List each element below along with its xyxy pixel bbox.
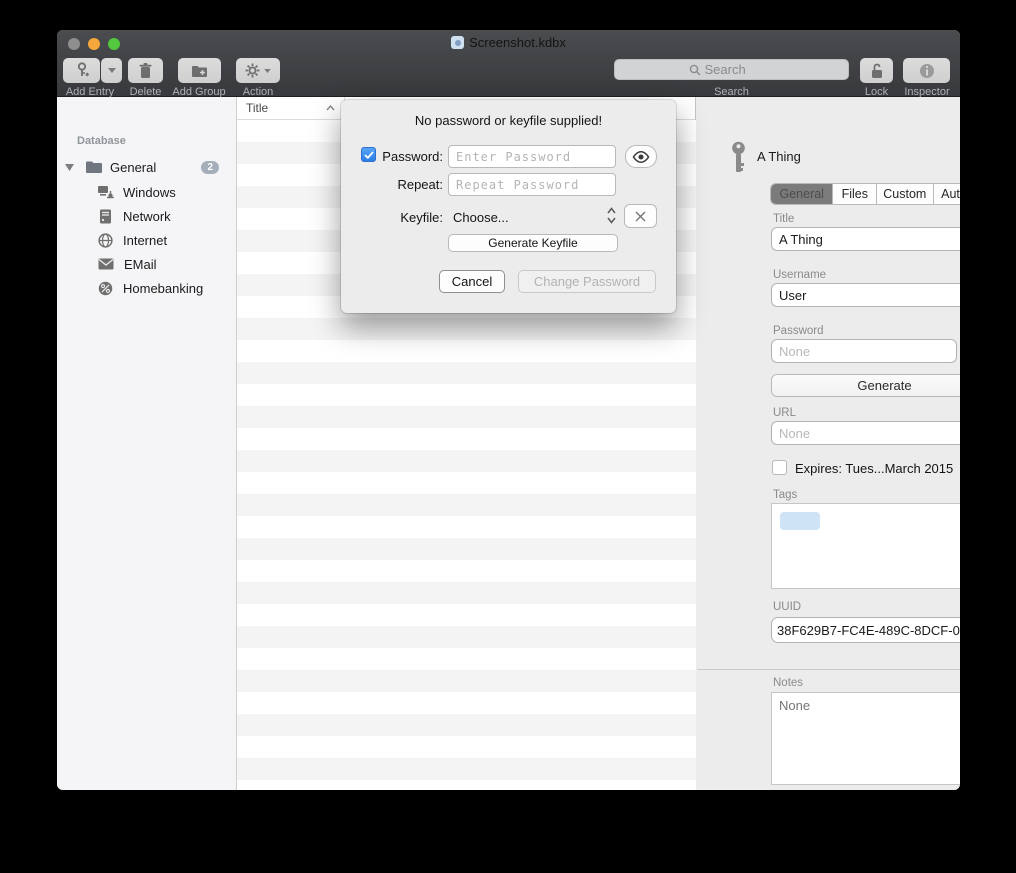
- generate-password-button[interactable]: Generate: [771, 374, 960, 397]
- dialog-password-input[interactable]: [448, 145, 616, 168]
- gear-icon: [245, 63, 260, 78]
- dialog-repeat-input[interactable]: [448, 173, 616, 196]
- search-icon: [689, 64, 701, 76]
- add-group-button[interactable]: [178, 58, 221, 83]
- inspector-panel: A Thing General Files Custom Autotype Ti…: [697, 97, 960, 790]
- tab-autotype[interactable]: Autotype: [934, 184, 960, 204]
- search-input-wrap: [614, 59, 849, 80]
- folder-plus-icon: [191, 64, 208, 78]
- clear-keyfile-button[interactable]: [624, 204, 657, 228]
- url-label: URL: [773, 407, 796, 419]
- password-field[interactable]: [771, 339, 957, 363]
- action-button[interactable]: [236, 58, 280, 83]
- info-icon: [919, 63, 935, 79]
- percent-icon: [98, 281, 113, 296]
- tags-label: Tags: [773, 489, 797, 501]
- username-field[interactable]: [771, 283, 960, 307]
- tab-custom[interactable]: Custom: [877, 184, 934, 204]
- document-icon: [451, 36, 464, 49]
- chevron-down-icon: [264, 69, 271, 73]
- inspector-tabs: General Files Custom Autotype: [770, 183, 960, 205]
- sort-ascending-icon: [326, 105, 335, 111]
- url-field[interactable]: [771, 421, 960, 445]
- sidebar-header: Database: [77, 135, 126, 147]
- close-x-icon: [635, 211, 646, 222]
- expires-checkbox[interactable]: [772, 460, 787, 475]
- generate-keyfile-button[interactable]: Generate Keyfile: [448, 234, 618, 252]
- expires-label: Expires: Tues...March 2015: [795, 461, 953, 476]
- eye-icon: [632, 151, 650, 163]
- empty-tag-pill[interactable]: [780, 512, 820, 530]
- trash-icon: [139, 63, 152, 79]
- popup-stepper-icon[interactable]: [607, 207, 616, 224]
- uuid-field[interactable]: [771, 617, 960, 643]
- app-window: Screenshot.kdbx Add Entry Del: [57, 30, 960, 790]
- search-input[interactable]: [705, 62, 775, 77]
- tags-box[interactable]: [771, 503, 960, 589]
- group-label: Windows: [123, 185, 176, 200]
- title-label: Title: [773, 213, 794, 225]
- title-field[interactable]: [771, 227, 960, 251]
- group-label: Internet: [123, 233, 167, 248]
- dialog-keyfile-label: Keyfile:: [356, 210, 443, 225]
- group-label: General: [110, 160, 156, 175]
- entry-title: A Thing: [757, 149, 801, 164]
- sidebar-item-email[interactable]: EMail: [57, 253, 237, 275]
- sidebar-item-internet[interactable]: Internet: [57, 229, 237, 251]
- change-password-button[interactable]: Change Password: [518, 270, 656, 293]
- folder-icon: [85, 160, 103, 174]
- change-password-dialog: No password or keyfile supplied! Passwor…: [341, 100, 676, 313]
- chevron-down-icon: [108, 68, 116, 73]
- sidebar-item-windows[interactable]: Windows: [57, 181, 237, 203]
- sidebar-item-general[interactable]: General 2: [57, 156, 237, 178]
- column-header-title[interactable]: Title: [246, 101, 268, 115]
- window-title: Screenshot.kdbx: [57, 35, 960, 50]
- tab-general[interactable]: General: [771, 184, 833, 204]
- delete-button[interactable]: [128, 58, 163, 83]
- group-label: EMail: [124, 257, 157, 272]
- inspector-button[interactable]: [903, 58, 950, 83]
- windows-network-icon: [97, 185, 114, 199]
- uuid-label: UUID: [773, 601, 801, 613]
- key-icon: [728, 141, 749, 175]
- envelope-icon: [98, 258, 114, 270]
- unlocked-padlock-icon: [870, 63, 884, 79]
- titlebar-toolbar: Screenshot.kdbx Add Entry Del: [57, 30, 960, 97]
- group-label: Network: [123, 209, 171, 224]
- disclosure-triangle-icon[interactable]: [65, 163, 74, 171]
- add-entry-button[interactable]: [63, 58, 100, 83]
- dialog-repeat-label: Repeat:: [356, 177, 443, 192]
- notes-field[interactable]: [771, 692, 960, 785]
- sidebar-item-network[interactable]: Network: [57, 205, 237, 227]
- dialog-message: No password or keyfile supplied!: [341, 113, 676, 128]
- cancel-button[interactable]: Cancel: [439, 270, 505, 293]
- password-label: Password: [773, 325, 824, 337]
- add-entry-dropdown[interactable]: [101, 58, 122, 83]
- lock-button[interactable]: [860, 58, 893, 83]
- entry-count-badge: 2: [201, 161, 219, 174]
- globe-icon: [98, 233, 113, 248]
- tab-files[interactable]: Files: [833, 184, 877, 204]
- server-icon: [99, 209, 112, 224]
- key-plus-icon: [74, 62, 90, 79]
- group-label: Homebanking: [123, 281, 203, 296]
- notes-divider: [697, 669, 960, 670]
- dialog-reveal-password-button[interactable]: [625, 145, 657, 168]
- dialog-password-label: Password:: [356, 149, 443, 164]
- notes-label: Notes: [773, 677, 803, 689]
- sidebar-item-homebanking[interactable]: Homebanking: [57, 277, 237, 299]
- group-sidebar: Database General 2 Windows: [57, 97, 237, 790]
- username-label: Username: [773, 269, 826, 281]
- keyfile-popup-button[interactable]: Choose...: [453, 210, 509, 225]
